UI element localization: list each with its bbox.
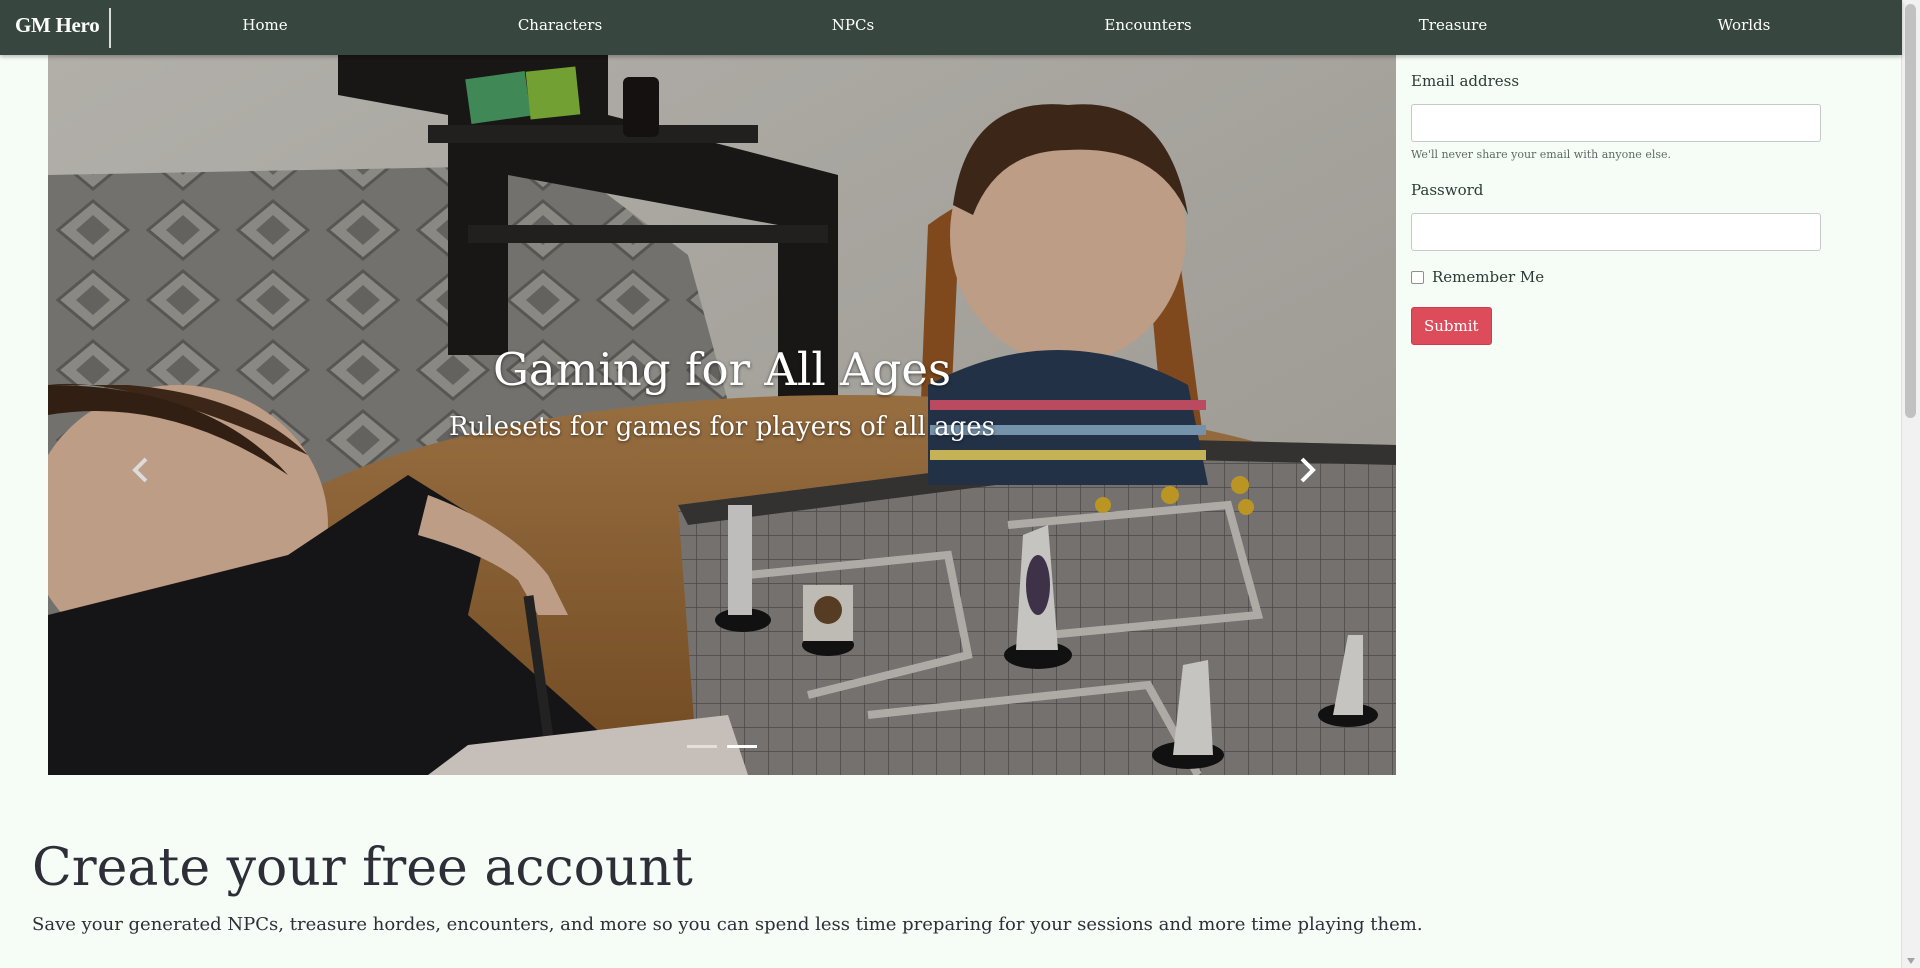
nav-item-home[interactable]: Home (242, 16, 287, 34)
nav-item-characters[interactable]: Characters (518, 16, 602, 34)
scrollbar-thumb[interactable] (1905, 4, 1916, 418)
carousel-prev-button[interactable] (128, 453, 152, 487)
email-label: Email address (1411, 72, 1520, 90)
nav-item-worlds[interactable]: Worlds (1718, 16, 1771, 34)
scroll-down-arrow-icon[interactable] (1907, 958, 1915, 964)
remember-me-row: Remember Me (1411, 268, 1544, 286)
brand-divider (109, 8, 111, 48)
nav-item-treasure[interactable]: Treasure (1419, 16, 1487, 34)
nav-item-npcs[interactable]: NPCs (832, 16, 874, 34)
carousel-caption-title: Gaming for All Ages (492, 343, 952, 396)
signup-description: Save your generated NPCs, treasure horde… (32, 914, 1423, 935)
carousel-caption-subtitle: Rulesets for games for players of all ag… (449, 412, 995, 442)
carousel-indicator-2[interactable] (726, 745, 757, 748)
nav-item-encounters[interactable]: Encounters (1104, 16, 1191, 34)
brand-logo[interactable]: GM Hero (15, 13, 100, 38)
page-scrollbar[interactable] (1901, 0, 1920, 968)
carousel-indicator-1[interactable] (687, 745, 718, 748)
password-label: Password (1411, 181, 1484, 199)
carousel-indicators (48, 745, 1396, 764)
email-help-text: We'll never share your email with anyone… (1411, 148, 1671, 161)
signup-heading: Create your free account (32, 838, 693, 898)
remember-me-checkbox[interactable] (1411, 270, 1424, 284)
chevron-right-icon (1300, 457, 1316, 483)
chevron-left-icon (132, 457, 148, 483)
remember-me-label[interactable]: Remember Me (1432, 268, 1544, 286)
submit-button[interactable]: Submit (1411, 307, 1492, 345)
email-field[interactable] (1411, 104, 1821, 142)
top-navbar: GM Hero Home Characters NPCs Encounters … (0, 0, 1902, 55)
carousel-next-button[interactable] (1296, 453, 1320, 487)
password-field[interactable] (1411, 213, 1821, 251)
hero-carousel: Gaming for All Ages Rulesets for games f… (48, 55, 1396, 775)
